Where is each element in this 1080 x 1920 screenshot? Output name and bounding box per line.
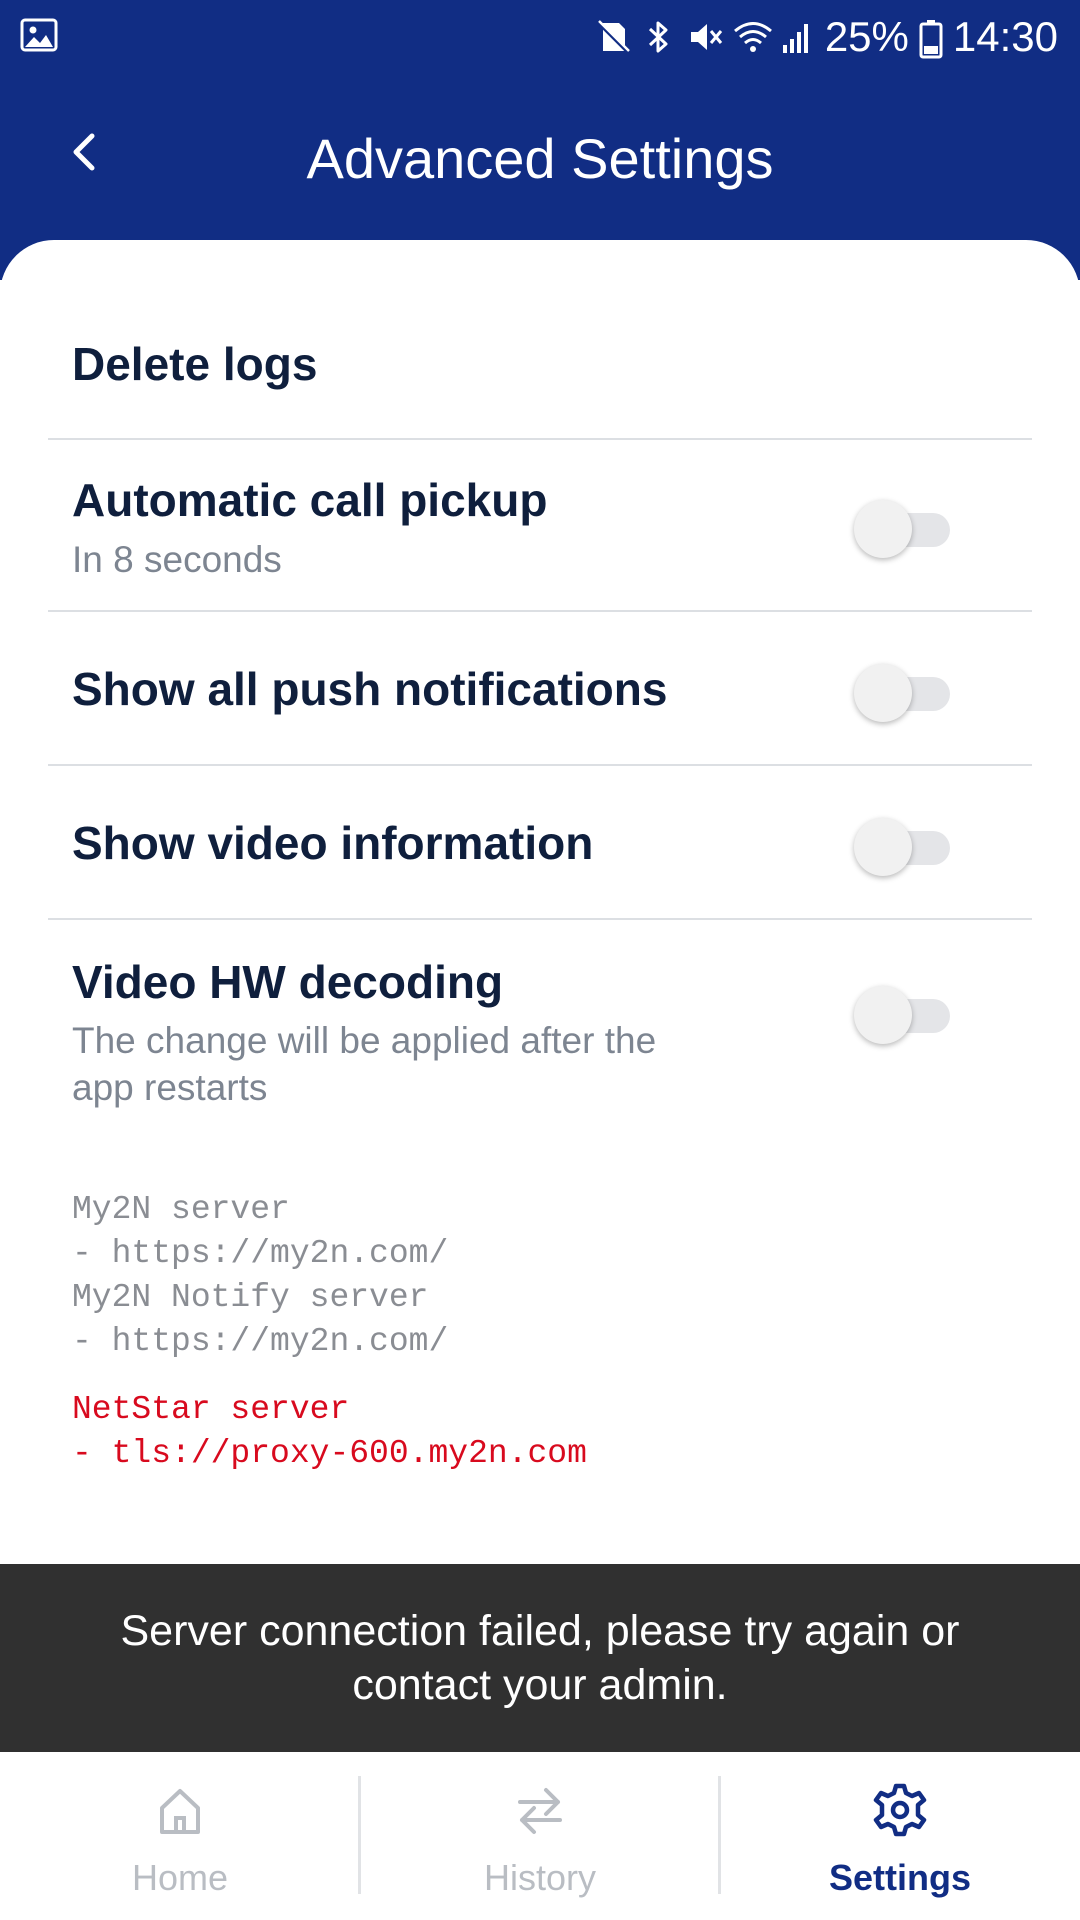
error-snackbar: Server connection failed, please try aga… (0, 1564, 1080, 1752)
hw-decoding-subtitle-line1: The change will be applied after the (72, 1020, 657, 1061)
my2n-server-url: - https://my2n.com/ (72, 1235, 449, 1272)
home-icon (160, 1789, 200, 1834)
nav-home[interactable]: Home (0, 1752, 360, 1920)
nav-history[interactable]: History (360, 1752, 720, 1920)
auto-pickup-label: Automatic call pickup (72, 474, 548, 526)
my2n-server-label: My2N server (72, 1191, 290, 1228)
auto-pickup-toggle[interactable] (854, 496, 950, 558)
video-info-label: Show video information (72, 817, 594, 869)
notify-server-label: My2N Notify server (72, 1279, 429, 1316)
clock: 14:30 (952, 13, 1058, 60)
gallery-icon (20, 18, 58, 52)
nav-history-label: History (483, 1857, 596, 1898)
video-info-toggle[interactable] (854, 814, 950, 876)
hw-decoding-toggle[interactable] (854, 982, 950, 1044)
signal-icon (779, 19, 815, 55)
nav-home-label: Home (131, 1857, 229, 1898)
auto-pickup-row[interactable]: Automatic call pickup In 8 seconds (48, 440, 1032, 612)
video-info-row[interactable]: Show video information (48, 766, 1032, 920)
snackbar-line1: Server connection failed, please try aga… (120, 1607, 960, 1655)
push-notifications-label: Show all push notifications (72, 663, 668, 715)
snackbar-line2: contact your admin. (352, 1661, 728, 1709)
delete-logs-row[interactable]: Delete logs (48, 240, 1032, 440)
auto-pickup-subtitle: In 8 seconds (72, 539, 282, 580)
hw-decoding-row[interactable]: Video HW decoding The change will be app… (48, 920, 1032, 1120)
page-title: Advanced Settings (306, 127, 774, 190)
netstar-server-label: NetStar server (72, 1391, 350, 1428)
status-bar: 25% 14:30 (0, 0, 1080, 74)
gear-icon (873, 1783, 927, 1837)
push-notifications-toggle[interactable] (854, 660, 950, 722)
mute-icon (687, 19, 723, 55)
settings-content: Delete logs Automatic call pickup In 8 s… (0, 240, 1080, 1564)
swap-arrows-icon (518, 1788, 562, 1834)
nav-settings[interactable]: Settings (720, 1752, 1080, 1920)
delete-logs-label: Delete logs (72, 338, 318, 390)
no-sim-icon (595, 19, 631, 55)
bluetooth-icon (641, 19, 677, 55)
bottom-navigation: Home History Settings (0, 1752, 1080, 1920)
app-header: 25% 14:30 Advanced Settings (0, 0, 1080, 280)
netstar-server-url: - tls://proxy-600.my2n.com (72, 1435, 587, 1472)
wifi-icon (733, 19, 772, 55)
battery-icon (919, 19, 943, 59)
hw-decoding-subtitle-line2: app restarts (72, 1067, 268, 1108)
notify-server-url: - https://my2n.com/ (72, 1323, 449, 1360)
push-notifications-row[interactable]: Show all push notifications (48, 612, 1032, 766)
nav-settings-label: Settings (828, 1857, 971, 1898)
hw-decoding-label: Video HW decoding (72, 956, 504, 1008)
battery-percent: 25% (824, 13, 909, 60)
